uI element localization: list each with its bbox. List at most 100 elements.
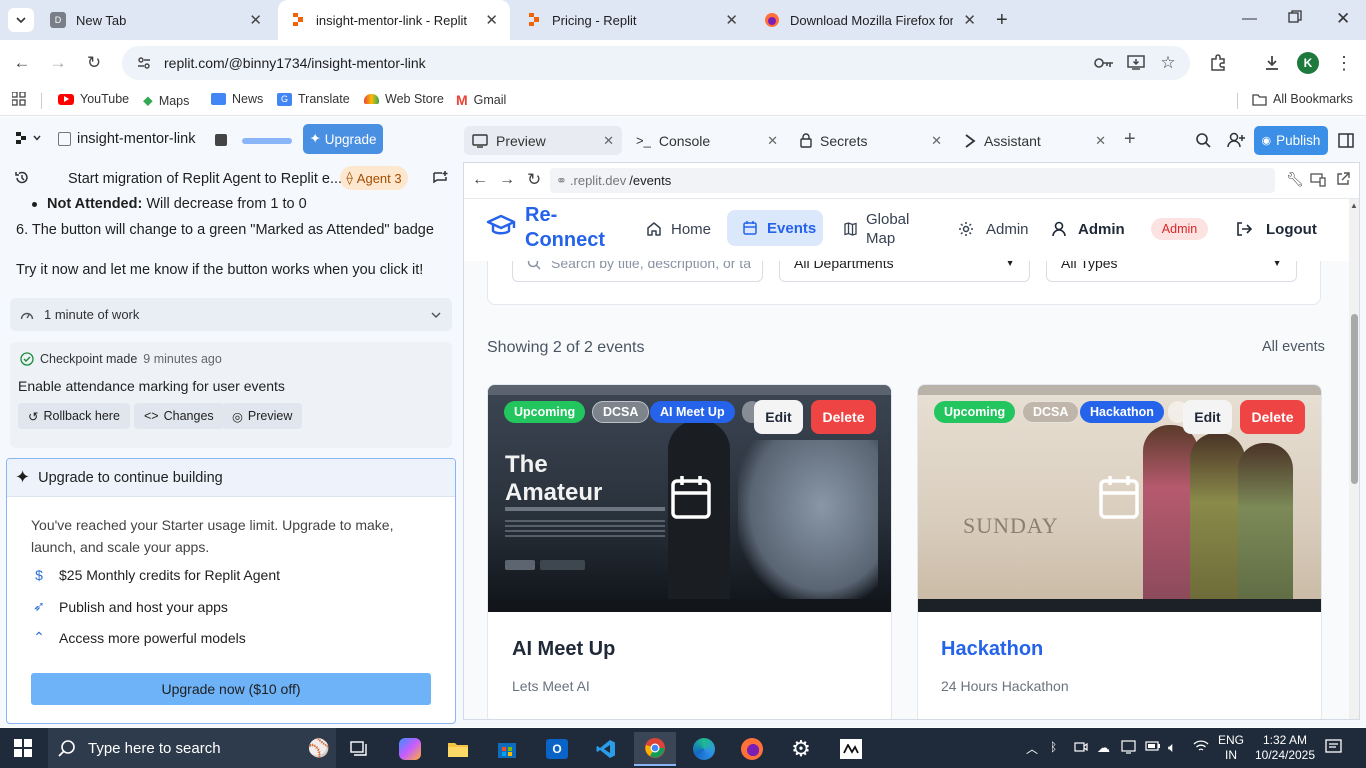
restore-icon[interactable]: [1288, 10, 1304, 26]
rollback-button[interactable]: ↺ Rollback here: [18, 403, 130, 429]
profile-avatar[interactable]: K: [1297, 52, 1319, 74]
new-chat-icon[interactable]: [432, 170, 448, 186]
apps-grid-icon[interactable]: [12, 92, 26, 106]
close-icon[interactable]: ✕: [767, 133, 778, 149]
changes-button[interactable]: <> Changes: [134, 403, 224, 429]
event-card[interactable]: The Amateur Upcoming DCSA AI Meet Up Edi…: [487, 384, 892, 719]
settings-gear-icon[interactable]: ⚙: [780, 732, 822, 766]
user-menu[interactable]: Admin: [1052, 211, 1125, 247]
bookmark-web-store[interactable]: Web Store: [364, 92, 444, 106]
publish-button[interactable]: ◉ Publish: [1254, 126, 1328, 155]
scrollbar-thumb[interactable]: [1351, 314, 1358, 484]
bookmark-youtube[interactable]: YouTube: [58, 92, 129, 106]
edge-icon[interactable]: [683, 732, 725, 766]
tab-assistant[interactable]: Assistant ✕: [956, 126, 1114, 155]
site-settings-icon[interactable]: [136, 55, 152, 71]
close-window-icon[interactable]: ✕: [1336, 9, 1350, 29]
nav-admin[interactable]: Admin: [958, 211, 1029, 247]
browser-menu-icon[interactable]: ⋮: [1333, 52, 1355, 74]
new-tab-plus-icon[interactable]: +: [996, 9, 1008, 32]
invite-user-icon[interactable]: [1227, 132, 1245, 148]
minimize-icon[interactable]: —: [1242, 10, 1257, 27]
close-icon[interactable]: ✕: [963, 11, 976, 29]
add-tab-plus-icon[interactable]: +: [1124, 128, 1136, 151]
wifi-icon[interactable]: [1193, 739, 1209, 753]
bookmark-translate[interactable]: G Translate: [277, 92, 350, 106]
scroll-up-arrow-icon[interactable]: ▲: [1350, 201, 1358, 210]
preview-scrollbar[interactable]: ▲: [1349, 199, 1359, 719]
vscode-icon[interactable]: [585, 732, 627, 766]
devtools-wrench-icon[interactable]: 🔧︎: [1286, 171, 1304, 188]
preview-url-input[interactable]: ⚭ .replit.dev/events: [550, 168, 1275, 193]
open-new-window-icon[interactable]: [1336, 172, 1350, 186]
project-name-button[interactable]: insight-mentor-link: [58, 131, 195, 147]
address-bar[interactable]: replit.com/@binny1734/insight-mentor-lin…: [122, 46, 1190, 80]
tray-display-icon[interactable]: [1121, 740, 1136, 754]
reload-icon[interactable]: ↻: [527, 170, 541, 190]
install-app-icon[interactable]: [1125, 52, 1147, 74]
tab-preview[interactable]: Preview ✕: [464, 126, 622, 155]
search-icon[interactable]: [1195, 132, 1211, 148]
close-icon[interactable]: ✕: [931, 133, 942, 149]
show-hidden-icons-chevron-icon[interactable]: ︿: [1026, 740, 1038, 757]
chrome-icon[interactable]: [634, 732, 676, 766]
back-arrow-icon[interactable]: ←: [472, 171, 488, 189]
delete-button[interactable]: Delete: [811, 400, 876, 434]
close-icon[interactable]: ✕: [603, 133, 614, 149]
nav-home[interactable]: Home: [636, 211, 721, 247]
nav-global-map[interactable]: Global Map: [844, 209, 909, 249]
close-icon[interactable]: ✕: [485, 11, 498, 29]
tab-console[interactable]: >_ Console ✕: [628, 126, 786, 155]
microsoft-store-icon[interactable]: [486, 732, 528, 766]
toggle-layout-icon[interactable]: [1338, 133, 1354, 148]
thread-title[interactable]: Start migration of Replit Agent to Repli…: [68, 171, 342, 187]
tray-camera-icon[interactable]: [1074, 740, 1088, 754]
windows-start-icon[interactable]: [14, 739, 32, 757]
brand-logo[interactable]: Re- Connect: [525, 203, 605, 253]
checkpoint-preview-button[interactable]: ◎ Preview: [222, 403, 303, 429]
notifications-icon[interactable]: [1325, 739, 1342, 755]
bookmark-gmail[interactable]: M Gmail: [456, 92, 506, 108]
all-bookmarks-button[interactable]: All Bookmarks: [1252, 92, 1353, 106]
browser-tab-newtab[interactable]: D New Tab ✕: [38, 0, 274, 40]
event-card[interactable]: SUNDAY Upcoming DCSA Hackathon Edit Dele…: [917, 384, 1322, 719]
history-icon[interactable]: [14, 170, 30, 186]
outlook-icon[interactable]: O: [536, 732, 578, 766]
device-toggle-icon[interactable]: [1310, 173, 1326, 187]
bookmark-star-icon[interactable]: ☆: [1157, 52, 1179, 74]
extensions-icon[interactable]: [1207, 52, 1229, 74]
event-title[interactable]: Hackathon: [941, 638, 1043, 661]
battery-icon[interactable]: [1145, 741, 1161, 751]
tab-search-button[interactable]: [8, 8, 34, 32]
bookmark-maps[interactable]: ⬥ Maps: [143, 92, 189, 109]
tray-app-icon[interactable]: ᛒ: [1050, 740, 1057, 754]
app-icon[interactable]: [830, 732, 872, 766]
upgrade-button[interactable]: ✦ Upgrade: [303, 124, 383, 154]
file-explorer-icon[interactable]: [437, 732, 479, 766]
close-icon[interactable]: ✕: [1095, 133, 1106, 149]
close-icon[interactable]: ✕: [725, 11, 738, 29]
all-events-link[interactable]: All events: [1262, 339, 1325, 355]
close-icon[interactable]: ✕: [249, 11, 262, 29]
upgrade-now-button[interactable]: Upgrade now ($10 off): [31, 673, 431, 705]
browser-tab-replit-project[interactable]: insight-mentor-link - Replit ✕: [278, 0, 510, 40]
task-view-icon[interactable]: [339, 732, 381, 766]
password-key-icon[interactable]: [1093, 52, 1115, 74]
downloads-icon[interactable]: [1261, 52, 1283, 74]
taskbar-search-box[interactable]: Type here to search ⚾: [48, 728, 336, 768]
stop-icon[interactable]: [215, 134, 227, 146]
edit-button[interactable]: Edit: [754, 400, 803, 434]
logout-button[interactable]: Logout: [1236, 211, 1317, 247]
onedrive-cloud-icon[interactable]: ☁: [1097, 740, 1110, 756]
language-indicator[interactable]: ENG IN: [1218, 733, 1244, 763]
reload-icon[interactable]: ↻: [83, 52, 105, 74]
nav-events[interactable]: Events: [727, 210, 823, 246]
clock[interactable]: 1:32 AM 10/24/2025: [1252, 733, 1318, 763]
copilot-icon[interactable]: [389, 732, 431, 766]
delete-button[interactable]: Delete: [1240, 400, 1305, 434]
browser-tab-firefox[interactable]: Download Mozilla Firefox for W ✕: [752, 0, 988, 40]
replit-menu-button[interactable]: [14, 131, 42, 145]
bookmark-news[interactable]: News: [211, 92, 263, 106]
browser-tab-pricing[interactable]: Pricing - Replit ✕: [514, 0, 750, 40]
edit-button[interactable]: Edit: [1183, 400, 1232, 434]
